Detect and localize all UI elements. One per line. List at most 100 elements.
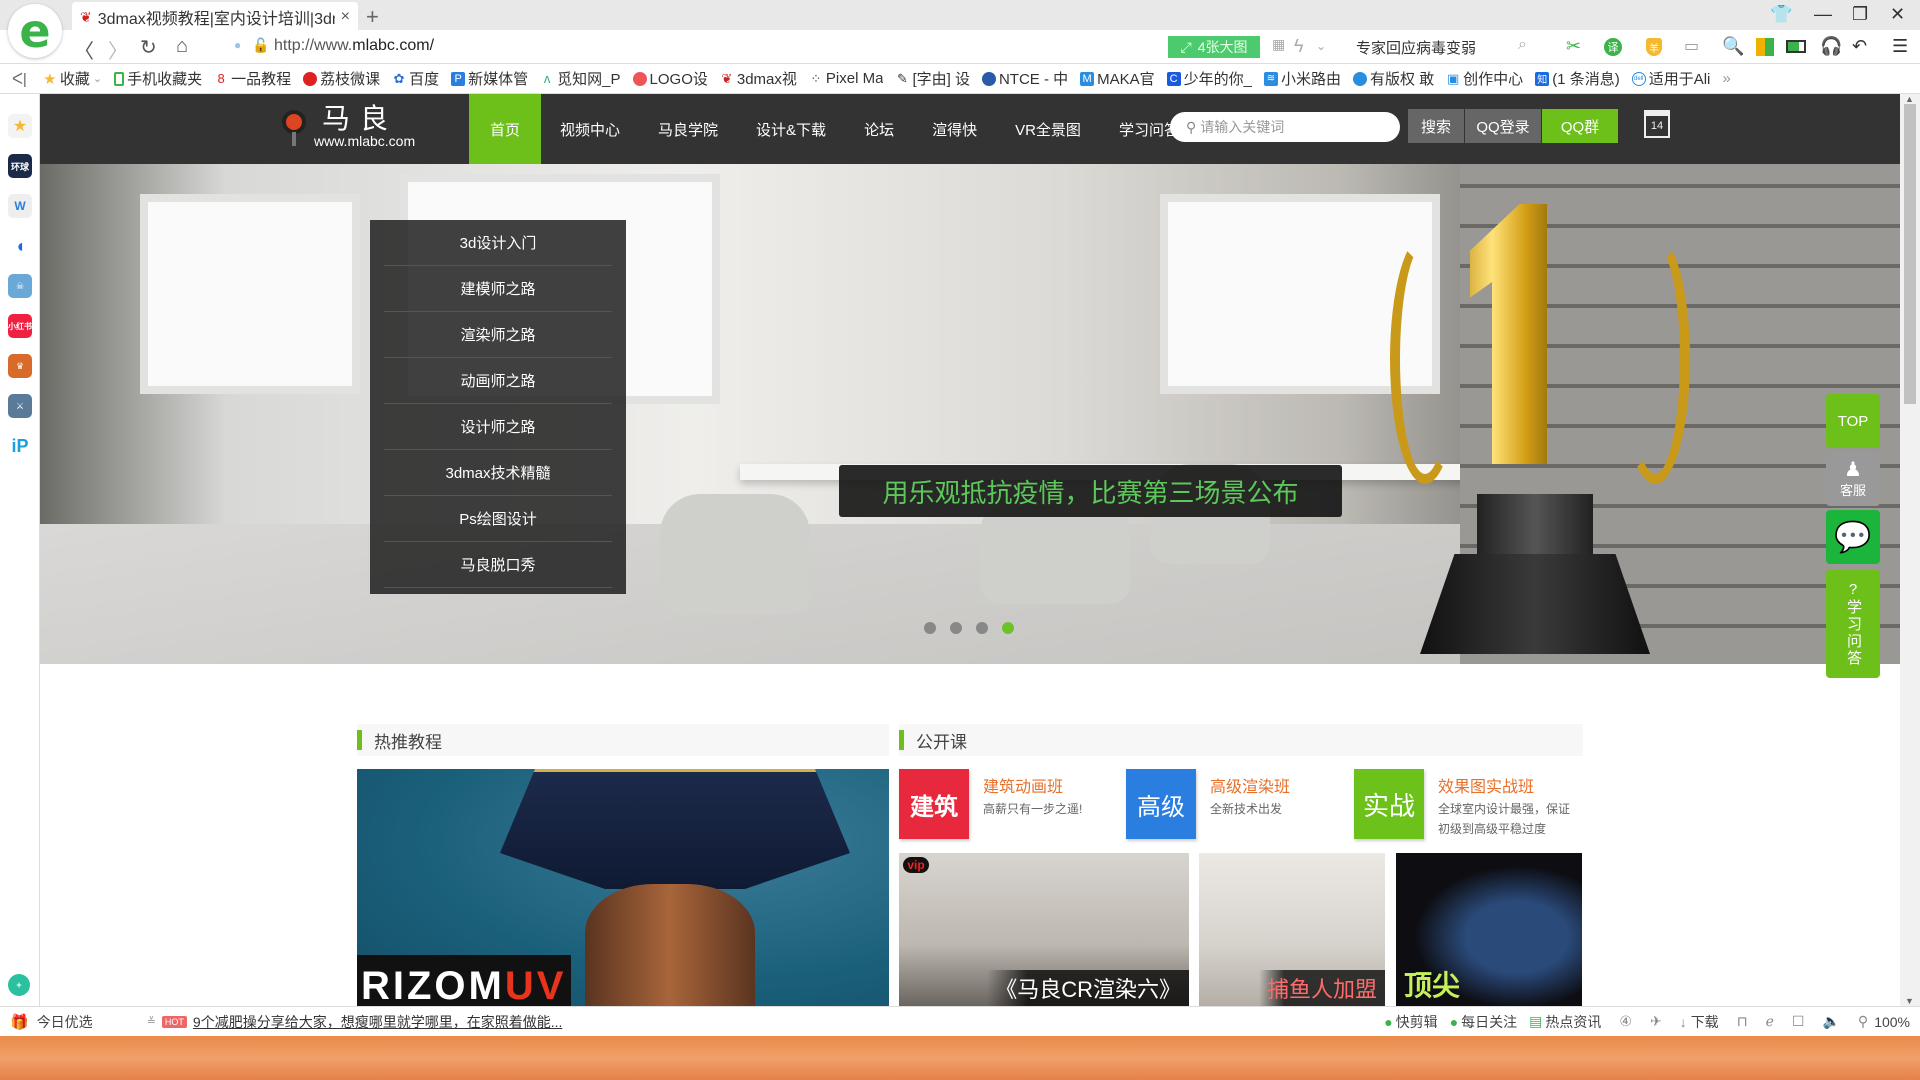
- bookmark-item[interactable]: 8 一品教程: [214, 68, 291, 89]
- qq-group-button[interactable]: QQ群: [1542, 109, 1618, 143]
- nav-academy[interactable]: 马良学院: [639, 94, 737, 164]
- undo-icon[interactable]: ↶: [1852, 36, 1867, 57]
- bookmark-item[interactable]: 荔枝微课: [303, 68, 380, 89]
- collapse-sidebar-icon[interactable]: ᐸ|: [12, 70, 27, 88]
- bookmarks-more-button[interactable]: »: [1722, 70, 1730, 87]
- window-icon[interactable]: ☐: [1792, 1013, 1805, 1030]
- bookmark-item[interactable]: C 少年的你_: [1166, 68, 1252, 89]
- course-thumb[interactable]: 顶尖: [1396, 853, 1582, 1006]
- zoom-level[interactable]: 100%: [1874, 1014, 1910, 1030]
- search-button[interactable]: 搜索: [1408, 109, 1464, 143]
- today-pick-link[interactable]: 今日优选: [37, 1012, 93, 1032]
- bookmark-item[interactable]: LOGO设: [632, 68, 708, 89]
- reload-icon[interactable]: ↻: [140, 35, 157, 60]
- page-scrollbar[interactable]: ▲ ▼: [1900, 94, 1920, 1006]
- qq-login-button[interactable]: QQ登录: [1465, 109, 1541, 143]
- favorites-icon[interactable]: ★: [8, 114, 32, 138]
- dropdown-icon[interactable]: ⌄: [1316, 39, 1326, 53]
- insecure-lock-icon[interactable]: 🔓: [252, 37, 269, 54]
- bookmark-item[interactable]: 知 (1 条消息): [1535, 68, 1620, 89]
- back-to-top-button[interactable]: TOP: [1826, 394, 1880, 448]
- gamepad-icon[interactable]: ▭: [1684, 36, 1699, 56]
- bookmark-item[interactable]: ❦ 3dmax视: [720, 68, 796, 89]
- course-badge-architecture[interactable]: 建筑: [899, 769, 969, 839]
- scrollbar-thumb[interactable]: [1904, 104, 1916, 404]
- site-search-input[interactable]: ⚲ 请输入关键词: [1170, 112, 1400, 142]
- carousel-dot[interactable]: [924, 622, 936, 634]
- category-item[interactable]: 动画师之路: [384, 358, 612, 404]
- course-thumb[interactable]: 捕鱼人加盟: [1199, 853, 1385, 1006]
- daily-follow-link[interactable]: 每日关注: [1461, 1012, 1517, 1032]
- news-ticker-link[interactable]: 9个减肥操分享给大家，想瘦哪里就学哪里，在家照着做能...: [193, 1012, 562, 1032]
- category-item[interactable]: 渲染师之路: [384, 312, 612, 358]
- forward-icon[interactable]: 〉: [108, 35, 128, 64]
- big-image-button[interactable]: ⤢ 4张大图: [1168, 36, 1260, 58]
- news-app-icon[interactable]: 环球: [8, 154, 32, 178]
- site-logo[interactable]: 马良 www.mlabc.com: [278, 104, 415, 148]
- speed-icon[interactable]: ④: [1619, 1013, 1632, 1030]
- layout-icon[interactable]: ⊓: [1737, 1013, 1748, 1030]
- carousel-dot[interactable]: [950, 622, 962, 634]
- bookmark-item[interactable]: M MAKA官: [1080, 68, 1155, 89]
- chat-whale-icon[interactable]: ◖: [8, 234, 32, 258]
- game-king-icon[interactable]: ♛: [8, 354, 32, 378]
- url-field[interactable]: http://www.mlabc.com/: [274, 37, 434, 55]
- translate-icon[interactable]: 译: [1604, 38, 1622, 56]
- volume-icon[interactable]: 🔈: [1822, 1013, 1839, 1030]
- nav-vr-panorama[interactable]: VR全景图: [996, 94, 1100, 164]
- course-title[interactable]: 效果图实战班: [1438, 773, 1534, 797]
- category-item[interactable]: 3dmax技术精髓: [384, 450, 612, 496]
- apps-icon[interactable]: [1756, 38, 1774, 56]
- new-tab-button[interactable]: +: [366, 4, 379, 30]
- nav-design-download[interactable]: 设计&下载: [737, 94, 845, 164]
- bookmark-item[interactable]: 有版权 敢: [1353, 68, 1434, 89]
- battery-icon[interactable]: [1786, 40, 1806, 53]
- nav-home[interactable]: 首页: [469, 94, 542, 164]
- ip-app-icon[interactable]: iP: [8, 434, 32, 458]
- carousel-dot[interactable]: [976, 622, 988, 634]
- bookmark-item[interactable]: ★ 收藏 ⌄: [43, 68, 102, 89]
- bookmark-item[interactable]: ▣ 创作中心: [1446, 68, 1523, 89]
- menu-icon[interactable]: ☰: [1892, 36, 1908, 57]
- pin-icon[interactable]: ✈: [1650, 1013, 1662, 1030]
- skin-icon[interactable]: 👕: [1770, 4, 1792, 25]
- category-item[interactable]: Ps绘图设计: [384, 496, 612, 542]
- banner-caption[interactable]: 用乐观抵抗疫情，比赛第三场景公布: [839, 465, 1342, 517]
- customer-service-button[interactable]: ♟ 客服: [1826, 452, 1880, 506]
- nav-render-fast[interactable]: 渲得快: [913, 94, 996, 164]
- expand-chevron-icon[interactable]: ≚: [147, 1015, 156, 1028]
- qrcode-icon[interactable]: ▦: [1272, 36, 1285, 53]
- close-window-button[interactable]: ✕: [1890, 4, 1905, 25]
- course-thumb[interactable]: vip 《马良CR渲染六》: [899, 853, 1189, 1006]
- nav-forum[interactable]: 论坛: [845, 94, 913, 164]
- download-link[interactable]: 下载: [1691, 1012, 1719, 1032]
- close-tab-icon[interactable]: ×: [341, 8, 350, 26]
- game-battle-icon[interactable]: ⚔: [8, 394, 32, 418]
- word-doc-icon[interactable]: W: [8, 194, 32, 218]
- course-badge-practice[interactable]: 实战: [1354, 769, 1424, 839]
- category-item[interactable]: 3d设计入门: [384, 220, 612, 266]
- xiaohongshu-icon[interactable]: 小红书: [8, 314, 32, 338]
- search-icon[interactable]: ⌕: [1518, 36, 1527, 54]
- category-item[interactable]: 马良脱口秀: [384, 542, 612, 588]
- minimize-button[interactable]: —: [1814, 4, 1832, 25]
- scroll-up-icon[interactable]: ▲: [1905, 94, 1914, 104]
- bookmark-item[interactable]: P 新媒体管: [451, 68, 528, 89]
- bookmark-item[interactable]: ✿ 百度: [392, 68, 439, 89]
- category-item[interactable]: 设计师之路: [384, 404, 612, 450]
- scroll-down-icon[interactable]: ▼: [1905, 996, 1914, 1006]
- game-pirate-icon[interactable]: ☠: [8, 274, 32, 298]
- shield-icon[interactable]: 羊: [1646, 38, 1662, 56]
- browser-logo-icon[interactable]: e: [8, 4, 62, 58]
- carousel-dot-active[interactable]: [1002, 622, 1014, 634]
- wechat-button[interactable]: 💬: [1826, 510, 1880, 564]
- quick-edit-link[interactable]: 快剪辑: [1396, 1012, 1438, 1032]
- scissors-icon[interactable]: ✂: [1566, 36, 1581, 57]
- bookmark-item[interactable]: ʌ 觅知网_P: [540, 68, 621, 89]
- headphone-icon[interactable]: 🎧: [1820, 36, 1842, 57]
- hot-news-link[interactable]: 热点资讯: [1545, 1012, 1601, 1032]
- browser-tab-active[interactable]: ❦ 3dmax视频教程|室内设计培训|3dmax ×: [72, 2, 358, 32]
- course-title[interactable]: 建筑动画班: [983, 773, 1063, 797]
- back-icon[interactable]: 〈: [74, 35, 94, 64]
- bookmark-item[interactable]: ⁘ Pixel Ma: [809, 70, 883, 87]
